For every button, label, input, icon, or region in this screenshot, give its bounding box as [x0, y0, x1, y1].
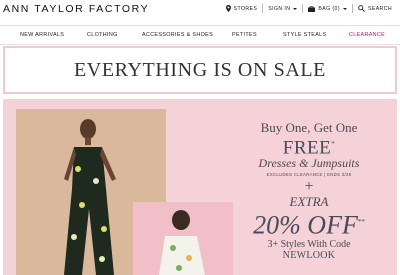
- sign-in-link[interactable]: SIGN IN: [262, 4, 302, 13]
- search-icon: [358, 5, 365, 12]
- promo-styles: 3+ Styles With Code: [267, 238, 351, 250]
- top-bar: ANN TAYLOR FACTORY STORES SIGN IN BAG (0…: [0, 0, 400, 18]
- promo-category: Dresses & Jumpsuits: [258, 156, 360, 171]
- promo-hero[interactable]: Buy One, Get One FREE* Dresses & Jumpsui…: [3, 99, 397, 275]
- promo-free-mark: *: [331, 140, 336, 148]
- sign-in-label: SIGN IN: [268, 5, 291, 12]
- nav-item-clearance[interactable]: CLEARANCE: [349, 32, 385, 38]
- brand-logo[interactable]: ANN TAYLOR FACTORY: [3, 3, 149, 15]
- promo-line1: Buy One, Get One: [260, 120, 358, 135]
- promo-extra: EXTRA: [289, 194, 329, 210]
- nav-item-accessories-shoes[interactable]: ACCESSORIES & SHOES: [142, 32, 213, 38]
- chevron-down-icon: [342, 7, 347, 10]
- search-label: SEARCH: [367, 5, 392, 12]
- nav-item-clothing[interactable]: CLOTHING: [87, 32, 118, 38]
- stores-link[interactable]: STORES: [221, 4, 263, 13]
- bag-label: BAG (0): [318, 5, 340, 12]
- promo-free: FREE*: [225, 135, 393, 157]
- nav-item-new-arrivals[interactable]: NEW ARRIVALS: [20, 32, 64, 38]
- promo-discount-mark: **: [357, 218, 365, 227]
- model-photo-dress: [133, 202, 233, 275]
- main-nav: NEW ARRIVALS CLOTHING ACCESSORIES & SHOE…: [0, 25, 400, 45]
- sale-banner[interactable]: EVERYTHING IS ON SALE: [3, 46, 397, 94]
- shopping-bag-icon: [308, 5, 316, 12]
- promo-plus: +: [304, 178, 314, 196]
- promo-fine-print: EXCLUDES CLEARANCE | ENDS 3/28: [266, 172, 352, 178]
- sale-banner-text: EVERYTHING IS ON SALE: [73, 58, 327, 81]
- promo-code: NEWLOOK: [282, 249, 336, 261]
- location-pin-icon: [225, 5, 231, 12]
- promo-discount: 20% OFF**: [225, 209, 393, 239]
- utility-nav: STORES SIGN IN BAG (0) SEARCH: [221, 4, 397, 13]
- bag-link[interactable]: BAG (0): [302, 4, 352, 13]
- promo-free-text: FREE: [282, 137, 332, 159]
- promo-discount-text: 20% OFF: [253, 210, 358, 240]
- search-link[interactable]: SEARCH: [351, 4, 397, 13]
- model-dress-illustration: [159, 210, 205, 275]
- nav-item-style-steals[interactable]: STYLE STEALS: [283, 32, 326, 38]
- promo-text: Buy One, Get One FREE* Dresses & Jumpsui…: [225, 121, 393, 261]
- nav-item-petites[interactable]: PETITES: [232, 32, 257, 38]
- stores-label: STORES: [233, 5, 258, 12]
- chevron-down-icon: [293, 7, 298, 10]
